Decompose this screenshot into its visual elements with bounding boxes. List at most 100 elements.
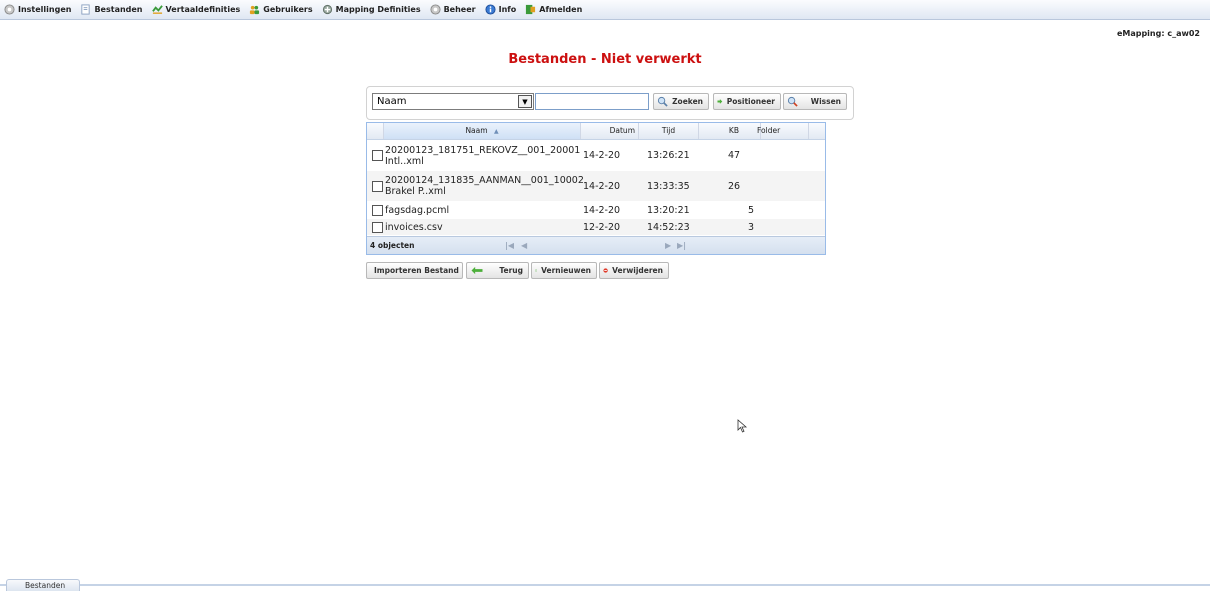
wissen-button[interactable]: Wissen [783, 93, 847, 110]
grid-header: Naam ▲ Datum Tijd KB Folder [367, 123, 825, 140]
menu-label: Vertaaldefinities [165, 5, 241, 14]
menu-label: Instellingen [18, 5, 72, 14]
column-label: Tijd [661, 126, 676, 135]
cell-datum: 14-2-20 [583, 180, 621, 192]
next-page-icon[interactable]: ▶ [665, 241, 675, 251]
cell-kb: 26 [728, 180, 741, 192]
menu-label: Beheer [443, 5, 476, 14]
menu-label: Afmelden [539, 5, 583, 14]
row-checkbox[interactable] [372, 171, 383, 201]
verwijderen-button[interactable]: Verwijderen [599, 262, 669, 279]
positioneer-label: Positioneer [726, 97, 775, 106]
cell-datum: 12-2-20 [583, 221, 621, 233]
column-header-tijd[interactable]: Tijd [639, 123, 699, 139]
column-header-datum[interactable]: Datum [581, 123, 639, 139]
refresh-icon [535, 269, 537, 272]
positioneer-button[interactable]: Positioneer [713, 93, 781, 110]
file-name-line1: 20200123_181751_REKOVZ__001_20001 [385, 144, 581, 156]
menu-bar: Instellingen Bestanden Vertaaldefinities… [0, 0, 1210, 20]
menu-label: Bestanden [94, 5, 143, 14]
previous-page-icon[interactable]: ◀ [521, 241, 531, 251]
magnifier-icon [657, 96, 668, 107]
cell-tijd: 13:26:21 [647, 150, 690, 161]
cell-datum: 14-2-20 [583, 150, 621, 161]
terug-button[interactable]: Terug [466, 262, 529, 279]
table-row[interactable]: invoices.csv 12-2-20 14:52:23 3 [367, 219, 825, 235]
object-count: 4 objecten [370, 241, 415, 250]
first-page-icon[interactable]: |◀ [505, 241, 515, 251]
cell-tijd: 13:33:35 [647, 180, 690, 192]
menu-item-afmelden[interactable]: Afmelden [521, 0, 587, 19]
importeren-label: Importeren Bestand [374, 266, 459, 275]
translation-icon [151, 5, 163, 14]
arrow-right-icon [717, 99, 723, 104]
logout-icon [526, 4, 536, 15]
cell-tijd: 14:52:23 [647, 221, 690, 233]
vernieuwen-button[interactable]: Vernieuwen [531, 262, 597, 279]
column-header-folder[interactable]: Folder [739, 123, 809, 139]
file-icon [81, 4, 91, 15]
cell-naam: fagsdag.pcml [385, 202, 585, 218]
cell-kb: 47 [728, 150, 741, 161]
cell-naam: 20200124_131835_AANMAN__001_10002 Brakel… [385, 171, 585, 201]
mapping-icon [322, 4, 332, 15]
delete-icon [603, 268, 608, 273]
header-checkbox-column [367, 123, 384, 139]
verwijderen-label: Verwijderen [612, 266, 663, 275]
mouse-cursor-icon [737, 419, 748, 433]
menu-item-beheer[interactable]: Beheer [426, 0, 481, 19]
cell-kb: 3 [748, 221, 755, 233]
bottom-tab-bestanden[interactable]: Bestanden [6, 579, 80, 591]
grid-footer: 4 objecten |◀ ◀ ▶ ▶| [367, 236, 825, 254]
column-label: Datum [609, 126, 635, 135]
info-icon [485, 4, 496, 15]
gear-icon [4, 4, 15, 15]
gear-icon [430, 4, 441, 15]
importeren-bestand-button[interactable]: Importeren Bestand [366, 262, 463, 279]
search-field-value: Naam [377, 96, 407, 107]
menu-label: Mapping Definities [335, 5, 421, 14]
row-checkbox[interactable] [372, 202, 383, 218]
menu-item-gebruikers[interactable]: Gebruikers [245, 0, 317, 19]
terug-label: Terug [499, 266, 523, 275]
users-icon [250, 5, 260, 15]
search-field-select[interactable]: Naam ▼ [372, 93, 534, 110]
menu-item-vertaaldefinities[interactable]: Vertaaldefinities [148, 0, 246, 19]
row-checkbox[interactable] [372, 141, 383, 170]
file-name-line1: invoices.csv [385, 221, 443, 233]
menu-item-bestanden[interactable]: Bestanden [76, 0, 147, 19]
file-name-line2: Intl..xml [385, 155, 424, 167]
cell-naam: 20200123_181751_REKOVZ__001_20001 Intl..… [385, 141, 585, 170]
table-row[interactable]: fagsdag.pcml 14-2-20 13:20:21 5 [367, 202, 825, 218]
cell-naam: invoices.csv [385, 219, 585, 235]
row-checkbox[interactable] [372, 219, 383, 235]
vernieuwen-label: Vernieuwen [541, 266, 591, 275]
menu-item-mapping-definities[interactable]: Mapping Definities [318, 0, 426, 19]
clear-search-icon [787, 96, 798, 107]
sort-ascending-icon: ▲ [493, 128, 499, 135]
arrow-left-icon [471, 266, 483, 275]
search-input[interactable] [535, 93, 649, 110]
last-page-icon[interactable]: ▶| [677, 241, 687, 251]
table-row[interactable]: 20200123_181751_REKOVZ__001_20001 Intl..… [367, 141, 825, 170]
files-grid: Naam ▲ Datum Tijd KB Folder 20200123_181… [366, 122, 826, 255]
column-label: Folder [757, 126, 781, 135]
table-row[interactable]: 20200124_131835_AANMAN__001_10002 Brakel… [367, 171, 825, 201]
menu-label: Gebruikers [263, 5, 313, 14]
wissen-label: Wissen [810, 97, 841, 106]
chevron-down-icon[interactable]: ▼ [518, 95, 532, 108]
menu-label: Info [498, 5, 517, 14]
menu-item-instellingen[interactable]: Instellingen [0, 0, 76, 19]
zoeken-label: Zoeken [672, 97, 703, 106]
page-title: Bestanden - Niet verwerkt [508, 52, 702, 67]
cell-datum: 14-2-20 [583, 204, 621, 216]
file-name-line1: fagsdag.pcml [385, 204, 450, 216]
column-header-naam[interactable]: Naam ▲ [384, 123, 581, 139]
zoeken-button[interactable]: Zoeken [653, 93, 709, 110]
column-label: KB [728, 126, 739, 135]
file-name-line2: Brakel P..xml [385, 186, 446, 197]
menu-item-info[interactable]: Info [481, 0, 522, 19]
file-name-line1: 20200124_131835_AANMAN__001_10002 [385, 175, 584, 186]
search-panel: Naam ▼ Zoeken Positioneer Wissen [366, 86, 854, 120]
cell-kb: 5 [748, 204, 755, 216]
